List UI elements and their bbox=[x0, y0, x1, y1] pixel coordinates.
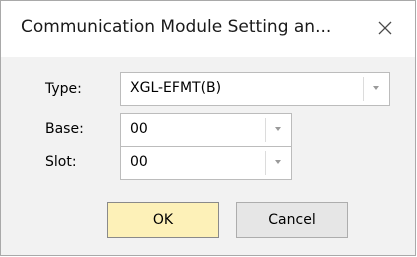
slot-label: Slot: bbox=[45, 154, 77, 170]
chevron-down-icon bbox=[373, 86, 379, 90]
base-dropdown[interactable]: 00 bbox=[120, 113, 292, 147]
type-dropdown[interactable]: XGL-EFMT(B) bbox=[120, 72, 390, 106]
type-dropdown-arrow[interactable] bbox=[363, 73, 389, 105]
dropdown-separator bbox=[265, 118, 266, 142]
dropdown-separator bbox=[265, 151, 266, 175]
slot-dropdown-value: 00 bbox=[130, 154, 148, 170]
chevron-down-icon bbox=[275, 127, 281, 131]
communication-module-dialog: Communication Module Setting an... Type:… bbox=[0, 0, 416, 256]
type-label: Type: bbox=[45, 81, 82, 97]
dialog-title-bar: Communication Module Setting an... bbox=[1, 1, 415, 57]
chevron-down-icon bbox=[275, 160, 281, 164]
close-button[interactable] bbox=[367, 12, 403, 44]
base-label: Base: bbox=[45, 121, 84, 137]
dropdown-separator bbox=[363, 77, 364, 101]
close-icon bbox=[378, 21, 392, 35]
base-dropdown-value: 00 bbox=[130, 121, 148, 137]
slot-dropdown-arrow[interactable] bbox=[265, 147, 291, 179]
type-dropdown-value: XGL-EFMT(B) bbox=[130, 80, 222, 96]
dialog-title: Communication Module Setting an... bbox=[21, 17, 332, 37]
cancel-button[interactable]: Cancel bbox=[236, 202, 348, 238]
ok-button[interactable]: OK bbox=[107, 202, 219, 238]
base-dropdown-arrow[interactable] bbox=[265, 114, 291, 146]
slot-dropdown[interactable]: 00 bbox=[120, 146, 292, 180]
